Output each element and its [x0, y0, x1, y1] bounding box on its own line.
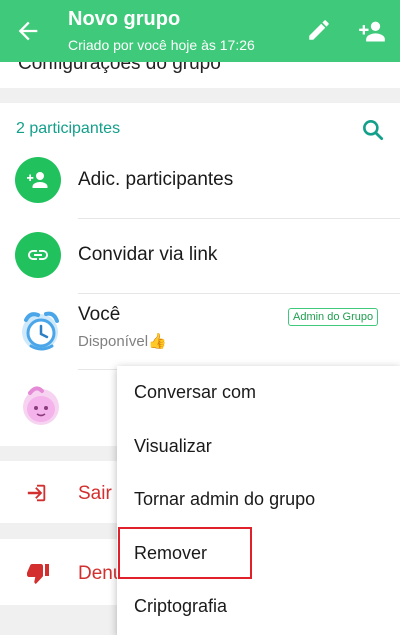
group-settings-label: Configurações do grupo: [18, 62, 221, 74]
menu-item-label: Tornar admin do grupo: [134, 489, 316, 509]
group-title[interactable]: Novo grupo: [68, 8, 180, 31]
add-participants-label: Adic. participantes: [78, 169, 234, 190]
participants-count: 2 participantes: [16, 120, 121, 137]
admin-badge: Admin do Grupo: [288, 308, 379, 326]
member-name: Você: [78, 304, 121, 325]
exit-icon: [27, 484, 46, 502]
menu-item-message[interactable]: Conversar com: [117, 366, 400, 419]
edit-pencil-icon[interactable]: [306, 17, 332, 43]
menu-item-encryption[interactable]: Criptografia: [117, 580, 400, 633]
invite-link-row[interactable]: Convidar via link: [0, 219, 400, 294]
menu-item-view[interactable]: Visualizar: [117, 420, 400, 473]
menu-item-label: Criptografia: [134, 596, 228, 616]
member-status: Disponível👍: [78, 333, 167, 350]
participant-context-menu: Conversar com Visualizar Tornar admin do…: [117, 366, 400, 635]
link-icon: [28, 250, 48, 260]
invite-link-circle: [15, 232, 61, 278]
group-subtitle: Criado por você hoje às 17:26: [68, 37, 255, 53]
member-row-you[interactable]: Você Disponível👍 Admin do Grupo: [0, 294, 400, 369]
menu-item-label: Conversar com: [134, 382, 257, 402]
menu-item-make-admin[interactable]: Tornar admin do grupo: [117, 473, 400, 526]
group-settings-row[interactable]: Configurações do grupo: [0, 62, 400, 88]
add-participants-row[interactable]: Adic. participantes: [0, 144, 400, 219]
menu-item-label: Visualizar: [134, 436, 212, 456]
add-participants-circle: [15, 157, 61, 203]
avatar: [23, 386, 59, 425]
exit-group-label: Sair: [78, 483, 112, 504]
back-arrow-icon[interactable]: [14, 17, 42, 45]
remove-highlight-box: [118, 527, 252, 579]
search-icon[interactable]: [360, 117, 386, 143]
avatar: [22, 311, 59, 351]
thumbs-down-icon: [27, 564, 49, 584]
add-participant-icon[interactable]: [358, 17, 386, 45]
person-add-icon: [27, 172, 48, 188]
app-bar: Novo grupo Criado por você hoje às 17:26: [0, 0, 400, 62]
invite-link-label: Convidar via link: [78, 244, 218, 265]
